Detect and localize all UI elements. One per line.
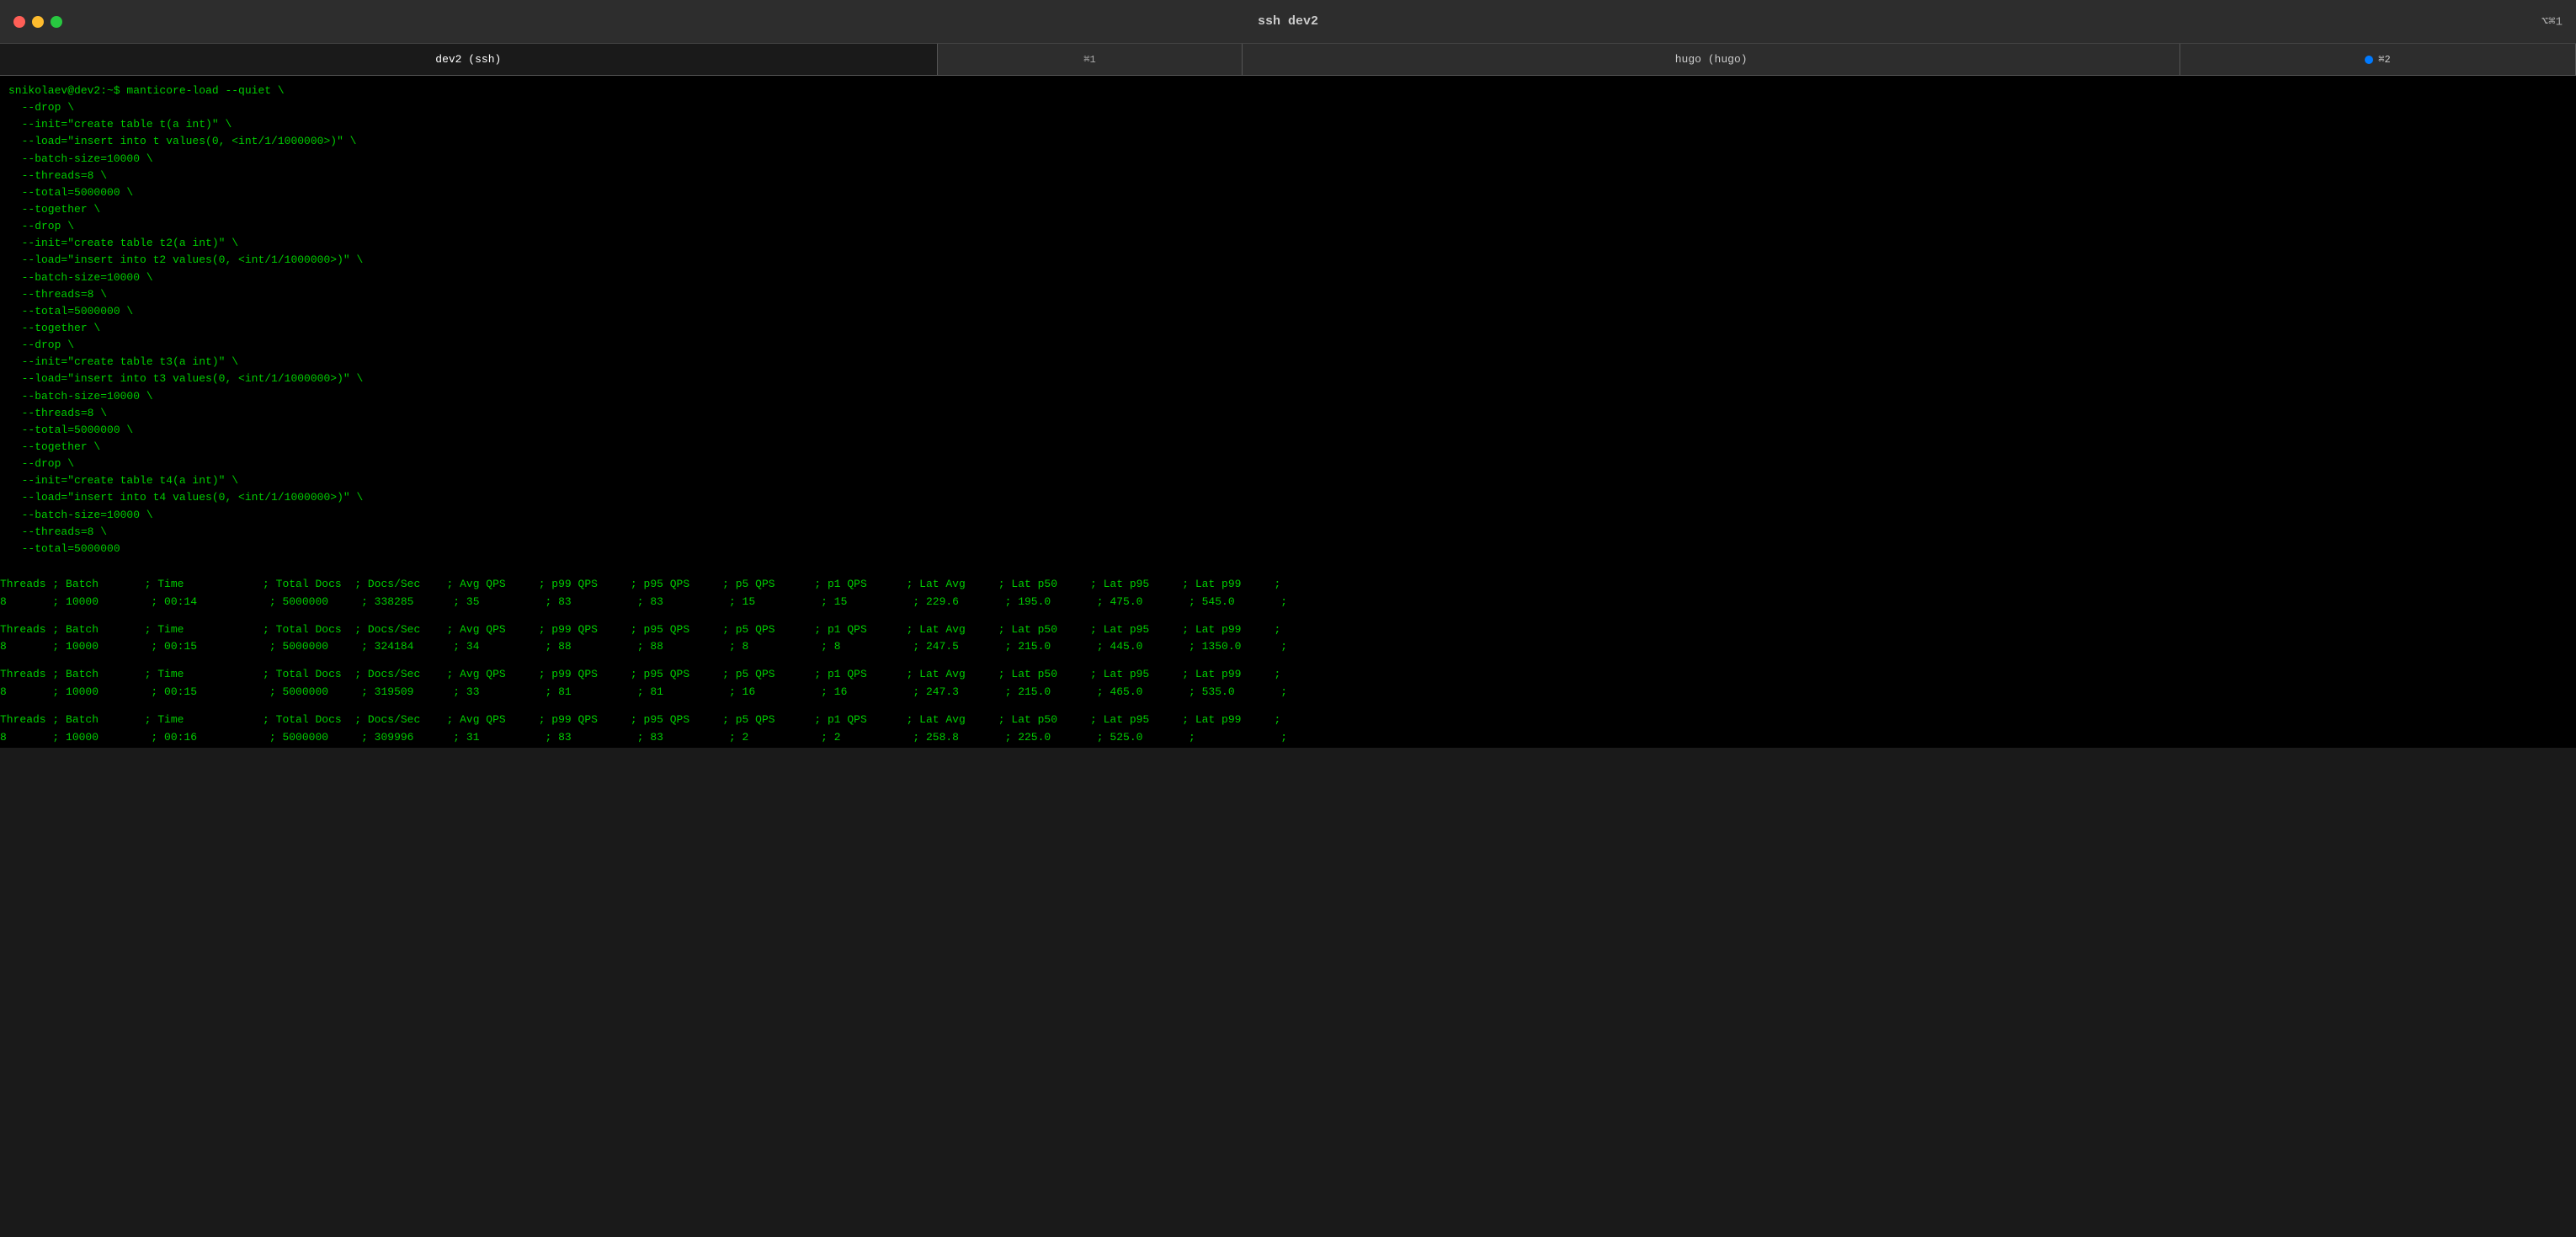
titlebar-right: ⌥⌘1 [2541,14,2563,29]
terminal-line: --drop \ [8,456,2568,472]
table-data-row: 8 ; 10000 ; 00:14 ; 5000000 ; 338285 ; 3… [0,594,2576,611]
terminal-line: --batch-size=10000 \ [8,269,2568,286]
table-data-row: 8 ; 10000 ; 00:15 ; 5000000 ; 319509 ; 3… [0,684,2576,701]
terminal-line: --total=5000000 \ [8,303,2568,320]
terminal-line: --init="create table t2(a int)" \ [8,235,2568,252]
tab-dev2[interactable]: dev2 (ssh) [0,44,938,75]
terminal-line: --together \ [8,439,2568,456]
table-data-row: 8 ; 10000 ; 00:15 ; 5000000 ; 324184 ; 3… [0,638,2576,656]
terminal-line: --load="insert into t4 values(0, <int/1/… [8,489,2568,506]
table-spacer [0,611,2576,621]
close-button[interactable] [13,16,25,28]
terminal-line: --init="create table t3(a int)" \ [8,354,2568,371]
terminal-line: --drop \ [8,218,2568,235]
terminal-line: --total=5000000 \ [8,184,2568,201]
tab2-indicator [2365,56,2373,64]
terminal-line: --threads=8 \ [8,286,2568,303]
terminal-output: snikolaev@dev2:~$ manticore-load --quiet… [0,76,2576,564]
tab-shortcut1: ⌘1 [938,44,1243,75]
tab-dev2-label: dev2 (ssh) [435,53,501,66]
shortcut-right: ⌥⌘1 [2541,14,2563,29]
table-data-row: 8 ; 10000 ; 00:16 ; 5000000 ; 309996 ; 3… [0,729,2576,747]
minimize-button[interactable] [32,16,44,28]
tab-shortcut1-label: ⌘1 [1083,53,1095,66]
traffic-lights [13,16,62,28]
tab-hugo-label: hugo (hugo) [1675,53,1748,66]
table-output: Threads ; Batch ; Time ; Total Docs ; Do… [0,564,2576,748]
titlebar: ssh dev2 ⌥⌘1 [0,0,2576,44]
terminal-line: --drop \ [8,337,2568,354]
terminal-line: --batch-size=10000 \ [8,151,2568,168]
table-header-row: Threads ; Batch ; Time ; Total Docs ; Do… [0,712,2576,729]
terminal-line: --init="create table t4(a int)" \ [8,472,2568,489]
table-header-row: Threads ; Batch ; Time ; Total Docs ; Do… [0,576,2576,594]
window-title: ssh dev2 [1258,14,1318,29]
tab2-label: ⌘2 [2378,53,2390,66]
terminal-line: snikolaev@dev2:~$ manticore-load --quiet… [8,83,2568,99]
terminal-line: --drop \ [8,99,2568,116]
tabbar: dev2 (ssh) ⌘1 hugo (hugo) ⌘2 [0,44,2576,76]
terminal-line: --load="insert into t values(0, <int/1/1… [8,133,2568,150]
table-header-row: Threads ; Batch ; Time ; Total Docs ; Do… [0,621,2576,639]
table-spacer [0,656,2576,666]
terminal-line: --together \ [8,201,2568,218]
tab-2[interactable]: ⌘2 [2180,44,2576,75]
tab-hugo[interactable]: hugo (hugo) [1243,44,2180,75]
terminal-line: --threads=8 \ [8,524,2568,541]
terminal-line: --total=5000000 \ [8,422,2568,439]
table-spacer [0,566,2576,576]
table-header-row: Threads ; Batch ; Time ; Total Docs ; Do… [0,666,2576,684]
terminal-line: --load="insert into t2 values(0, <int/1/… [8,252,2568,269]
table-spacer [0,701,2576,712]
terminal-line: --load="insert into t3 values(0, <int/1/… [8,371,2568,387]
terminal-line: --threads=8 \ [8,168,2568,184]
terminal-line: --batch-size=10000 \ [8,507,2568,524]
terminal-line: --total=5000000 [8,541,2568,557]
terminal-line: --together \ [8,320,2568,337]
terminal-line: --threads=8 \ [8,405,2568,422]
maximize-button[interactable] [51,16,62,28]
terminal-line: --init="create table t(a int)" \ [8,116,2568,133]
terminal-line: --batch-size=10000 \ [8,388,2568,405]
